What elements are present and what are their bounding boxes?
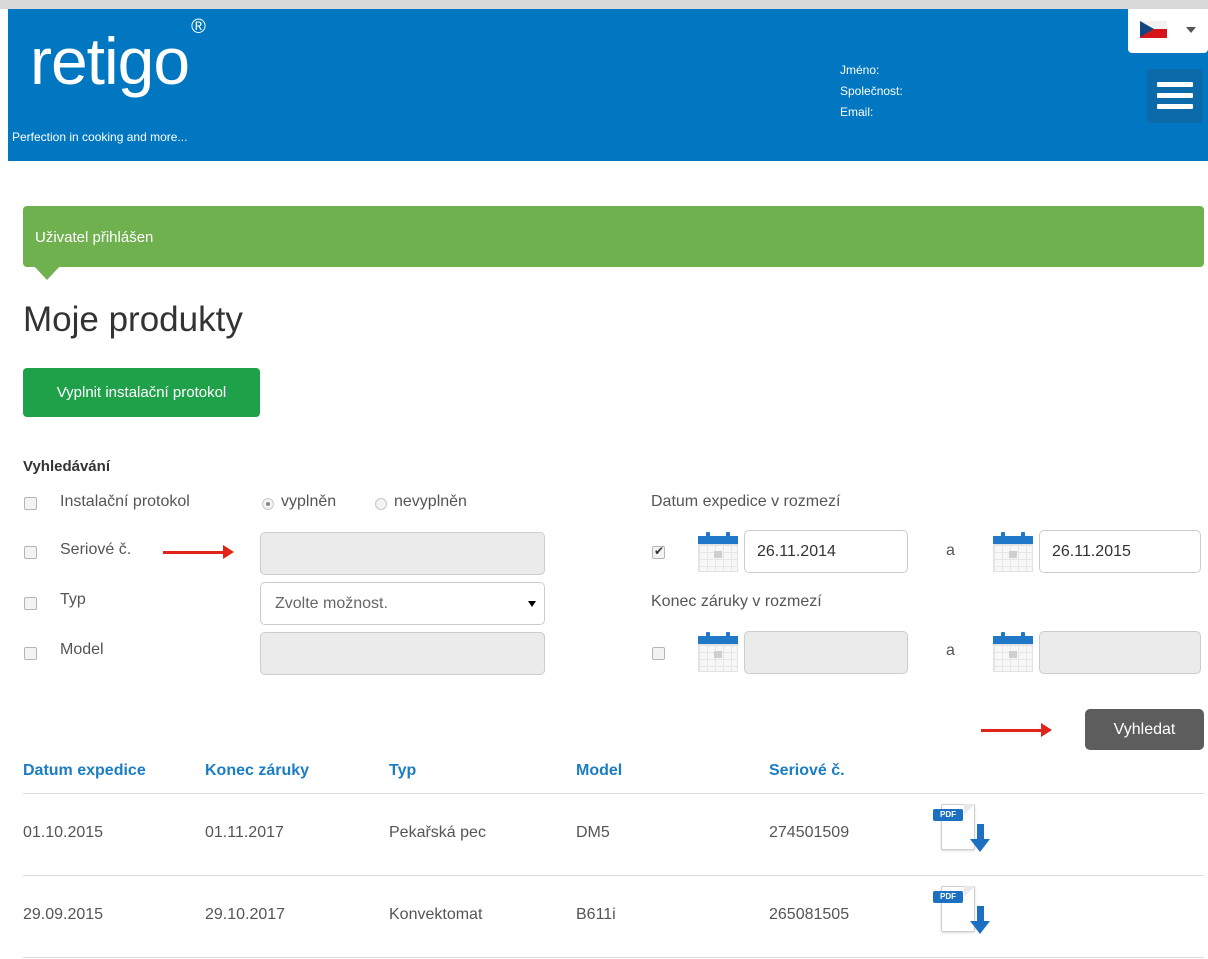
user-email-label: Email: — [840, 105, 874, 119]
chevron-down-icon — [1186, 27, 1196, 33]
warranty-to-input[interactable] — [1039, 631, 1201, 674]
expedition-range-checkbox[interactable] — [652, 544, 665, 559]
warranty-range-checkbox[interactable] — [652, 647, 665, 660]
warranty-from-input[interactable] — [744, 631, 908, 674]
column-header-type[interactable]: Typ — [389, 762, 416, 780]
serial-input[interactable] — [260, 532, 545, 575]
install-protocol-checkbox[interactable] — [24, 497, 37, 510]
dropdown-arrow-icon — [528, 601, 536, 607]
search-button[interactable]: Vyhledat — [1085, 709, 1204, 750]
retigo-logo[interactable]: retigo ® — [30, 16, 206, 99]
cell-serial: 274501509 — [769, 824, 850, 841]
warranty-range-label: Konec záruky v rozmezí — [651, 593, 822, 610]
expedition-range-label: Datum expedice v rozmezí — [651, 493, 841, 510]
logo-text: retigo — [30, 24, 190, 98]
alert-pointer — [34, 266, 60, 280]
install-protocol-label: Instalační protokol — [60, 493, 190, 510]
type-select-value: Zvolte možnost. — [275, 595, 388, 612]
hamburger-menu-icon[interactable] — [1147, 69, 1203, 123]
user-info: Jméno: Společnost: Email: — [840, 60, 903, 123]
page-title: Moje produkty — [23, 300, 243, 339]
pdf-download-icon[interactable]: PDF — [933, 802, 993, 862]
logo-registered-mark: ® — [191, 16, 206, 38]
cell-model: DM5 — [576, 824, 610, 841]
annotation-arrow — [163, 545, 234, 559]
cell-model: B611i — [576, 906, 616, 923]
model-checkbox[interactable] — [24, 647, 37, 660]
table-divider — [23, 875, 1204, 876]
cell-expedition: 29.09.2015 — [23, 906, 104, 923]
type-label: Typ — [60, 591, 86, 608]
range-separator: a — [946, 542, 955, 559]
radio-unfilled[interactable] — [375, 498, 387, 510]
serial-checkbox[interactable] — [24, 546, 37, 559]
login-success-alert: Uživatel přihlášen — [23, 206, 1204, 267]
calendar-icon[interactable] — [698, 632, 738, 672]
cell-warranty-end: 29.10.2017 — [205, 906, 286, 923]
type-select[interactable]: Zvolte možnost. — [260, 582, 545, 625]
range-separator: a — [946, 642, 955, 659]
calendar-icon[interactable] — [993, 632, 1033, 672]
table-divider — [23, 793, 1204, 794]
tagline: Perfection in cooking and more... — [12, 130, 188, 144]
radio-filled-label: vyplněn — [281, 493, 337, 510]
calendar-icon[interactable] — [993, 532, 1033, 572]
cell-expedition: 01.10.2015 — [23, 824, 104, 841]
user-company-label: Společnost: — [840, 84, 903, 98]
pdf-label: PDF — [933, 809, 963, 821]
expedition-from-input[interactable]: 26.11.2014 — [744, 530, 908, 573]
model-label: Model — [60, 641, 104, 658]
czech-flag-icon — [1140, 21, 1167, 38]
column-header-model[interactable]: Model — [576, 762, 622, 780]
calendar-icon[interactable] — [698, 532, 738, 572]
site-header: retigo ® Perfection in cooking and more..… — [8, 9, 1208, 161]
table-divider — [23, 957, 1204, 958]
column-header-warranty-end[interactable]: Konec záruky — [205, 762, 309, 780]
language-selector[interactable] — [1128, 9, 1208, 53]
annotation-arrow — [981, 723, 1052, 737]
column-header-serial[interactable]: Seriové č. — [769, 762, 845, 780]
model-input[interactable] — [260, 632, 545, 675]
cell-warranty-end: 01.11.2017 — [205, 824, 284, 841]
radio-filled[interactable] — [262, 498, 274, 510]
expedition-to-input[interactable]: 26.11.2015 — [1039, 530, 1201, 573]
serial-label: Seriové č. — [60, 541, 132, 558]
fill-install-protocol-button[interactable]: Vyplnit instalační protokol — [23, 368, 260, 417]
user-name-label: Jméno: — [840, 63, 880, 77]
cell-type: Pekařská pec — [389, 824, 486, 841]
cell-serial: 265081505 — [769, 906, 850, 923]
pdf-label: PDF — [933, 891, 963, 903]
column-header-expedition[interactable]: Datum expedice — [23, 762, 146, 780]
radio-unfilled-label: nevyplněn — [394, 493, 467, 510]
pdf-download-icon[interactable]: PDF — [933, 884, 993, 944]
search-heading: Vyhledávání — [23, 458, 110, 475]
type-checkbox[interactable] — [24, 597, 37, 610]
window-frame — [0, 0, 1208, 9]
cell-type: Konvektomat — [389, 906, 483, 923]
